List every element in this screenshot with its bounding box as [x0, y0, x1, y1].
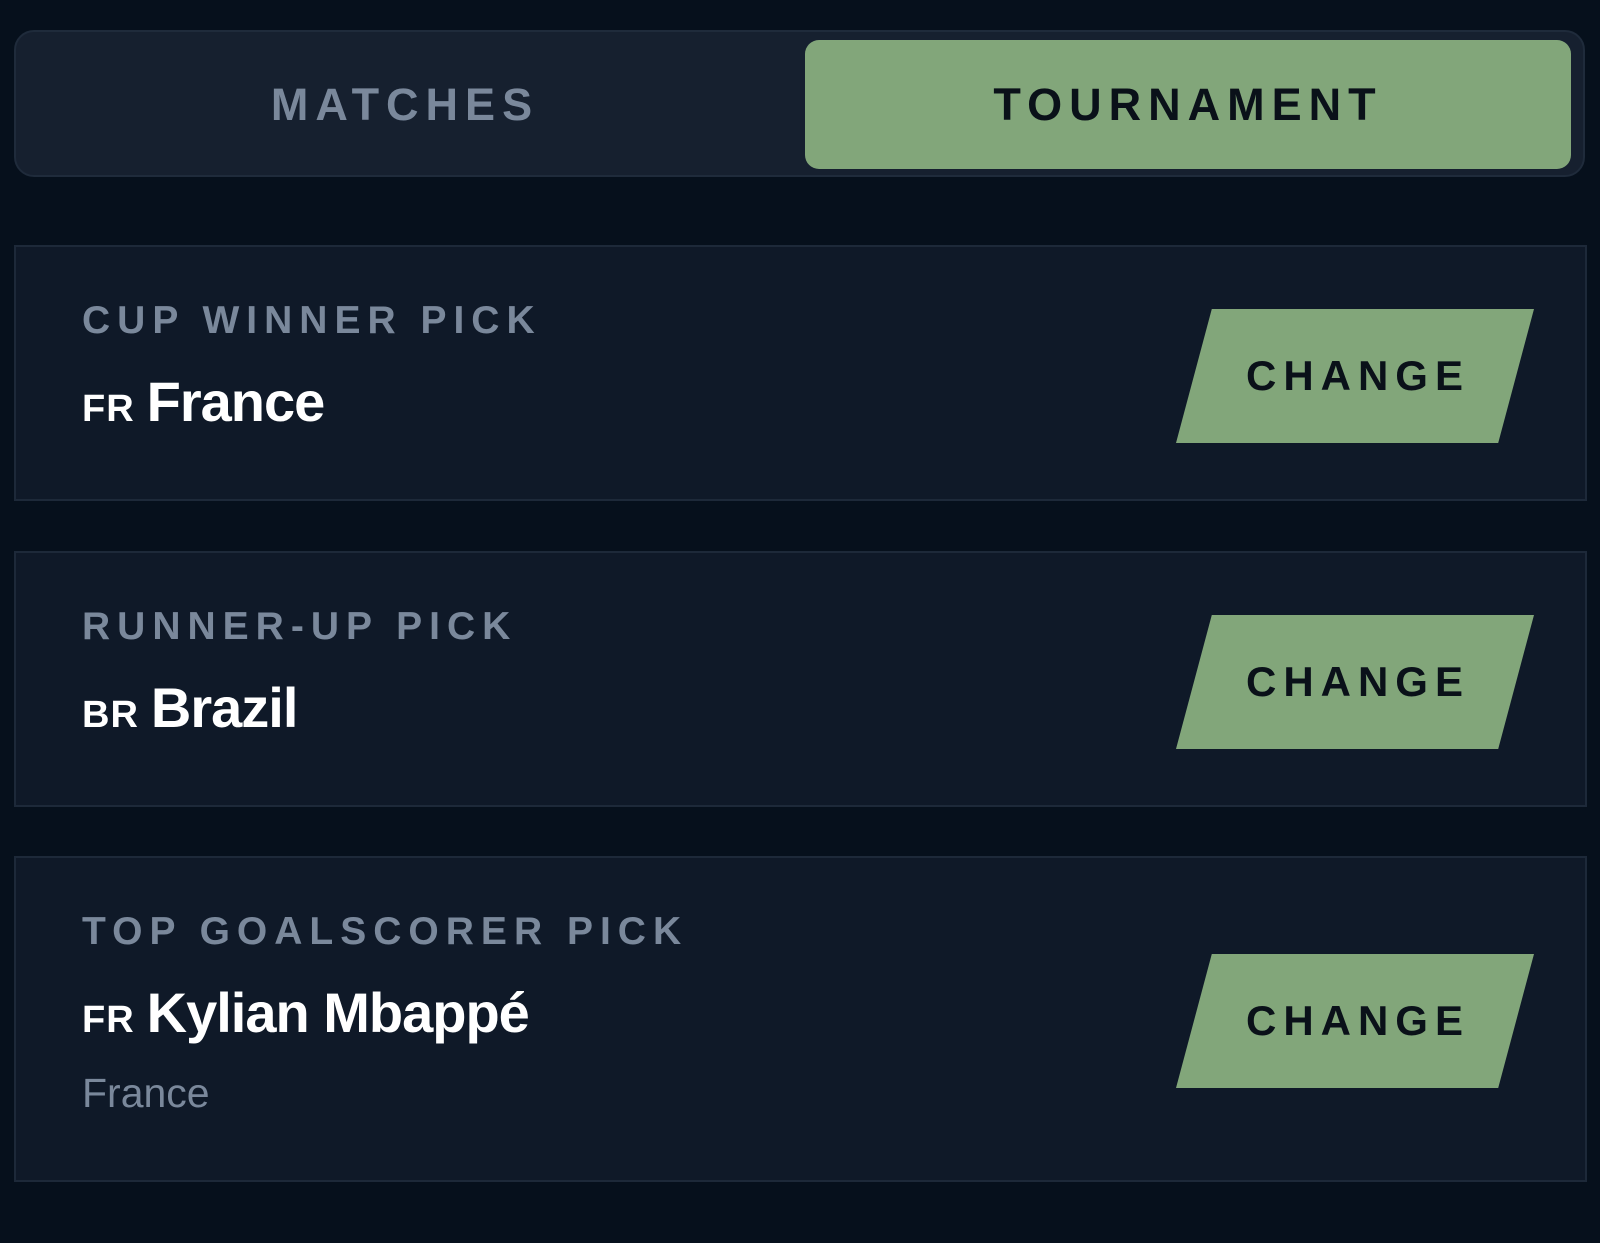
cup-winner-name: France — [146, 370, 326, 433]
change-button-label: CHANGE — [1245, 997, 1470, 1044]
change-button-label: CHANGE — [1245, 352, 1470, 399]
tab-matches[interactable]: MATCHES — [22, 40, 788, 169]
change-runner-up-button[interactable]: CHANGE — [1176, 615, 1534, 749]
top-goalscorer-value: FR Kylian Mbappé — [82, 980, 530, 1045]
page: MATCHES TOURNAMENT CUP WINNER PICK FR Fr… — [0, 0, 1600, 1243]
change-cup-winner-button[interactable]: CHANGE — [1176, 309, 1534, 443]
top-goalscorer-label: TOP GOALSCORER PICK — [82, 910, 689, 953]
change-button-label: CHANGE — [1245, 658, 1470, 705]
top-goalscorer-card: TOP GOALSCORER PICK FR Kylian Mbappé Fra… — [14, 856, 1587, 1182]
country-code: FR — [82, 999, 135, 1041]
tab-tournament[interactable]: TOURNAMENT — [805, 40, 1571, 169]
runner-up-value: BR Brazil — [82, 675, 298, 740]
cup-winner-label: CUP WINNER PICK — [82, 299, 542, 342]
runner-up-name: Brazil — [150, 676, 298, 739]
cup-winner-card: CUP WINNER PICK FR France CHANGE — [14, 245, 1587, 501]
runner-up-label: RUNNER-UP PICK — [82, 605, 518, 648]
cup-winner-value: FR France — [82, 369, 326, 434]
country-code: BR — [82, 694, 139, 736]
top-goalscorer-country: France — [82, 1070, 210, 1116]
change-top-goalscorer-button[interactable]: CHANGE — [1176, 954, 1534, 1088]
country-code: FR — [82, 388, 135, 430]
view-tabs: MATCHES TOURNAMENT — [14, 30, 1585, 177]
runner-up-card: RUNNER-UP PICK BR Brazil CHANGE — [14, 551, 1587, 807]
top-goalscorer-name: Kylian Mbappé — [146, 981, 530, 1044]
